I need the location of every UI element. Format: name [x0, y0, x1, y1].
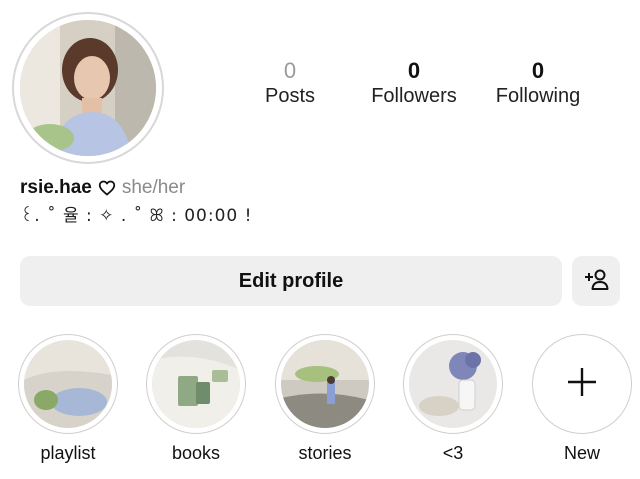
plus-icon	[564, 364, 600, 405]
stat-posts[interactable]: 0 Posts	[230, 58, 350, 108]
story-highlights: playlist books stories <3 New	[0, 334, 640, 474]
heart-icon	[98, 180, 116, 196]
edit-profile-button[interactable]: Edit profile	[20, 256, 562, 306]
highlight-label: New	[563, 443, 600, 463]
discover-people-button[interactable]	[572, 256, 620, 306]
add-person-icon	[583, 268, 609, 295]
stat-followers[interactable]: 0 Followers	[354, 58, 474, 108]
posts-count: 0	[283, 58, 297, 83]
profile-stats: 0 Posts 0 Followers 0 Following	[230, 58, 610, 118]
profile-avatar[interactable]	[12, 12, 164, 164]
highlight-ring	[18, 334, 118, 434]
new-highlight-ring	[532, 334, 632, 434]
highlight-new[interactable]: New	[527, 334, 637, 464]
highlight-ring	[403, 334, 503, 434]
following-count: 0	[531, 58, 545, 83]
profile-photo	[20, 20, 156, 156]
highlight-heart[interactable]: <3	[398, 334, 508, 464]
highlight-label: <3	[442, 443, 464, 463]
pronouns: she/her	[121, 177, 186, 198]
username-row: rsie.hae she/her	[20, 176, 185, 200]
highlight-cover	[152, 340, 240, 428]
bio-text: ꒰. ˚ 율 : ✧ . ˚ ꕤ : 00:00 !	[20, 206, 253, 226]
username: rsie.hae	[20, 177, 92, 198]
followers-count: 0	[407, 58, 421, 83]
highlight-label: books	[171, 443, 221, 463]
highlight-cover	[24, 340, 112, 428]
following-label: Following	[495, 85, 581, 107]
highlight-books[interactable]: books	[141, 334, 251, 464]
highlight-label: playlist	[40, 443, 96, 463]
highlight-ring	[146, 334, 246, 434]
highlight-ring	[275, 334, 375, 434]
highlight-cover	[281, 340, 369, 428]
highlight-stories[interactable]: stories	[270, 334, 380, 464]
stat-following[interactable]: 0 Following	[478, 58, 598, 108]
posts-label: Posts	[264, 85, 316, 107]
highlight-label: stories	[298, 443, 352, 463]
highlight-playlist[interactable]: playlist	[13, 334, 123, 464]
highlight-cover	[409, 340, 497, 428]
followers-label: Followers	[371, 85, 457, 107]
